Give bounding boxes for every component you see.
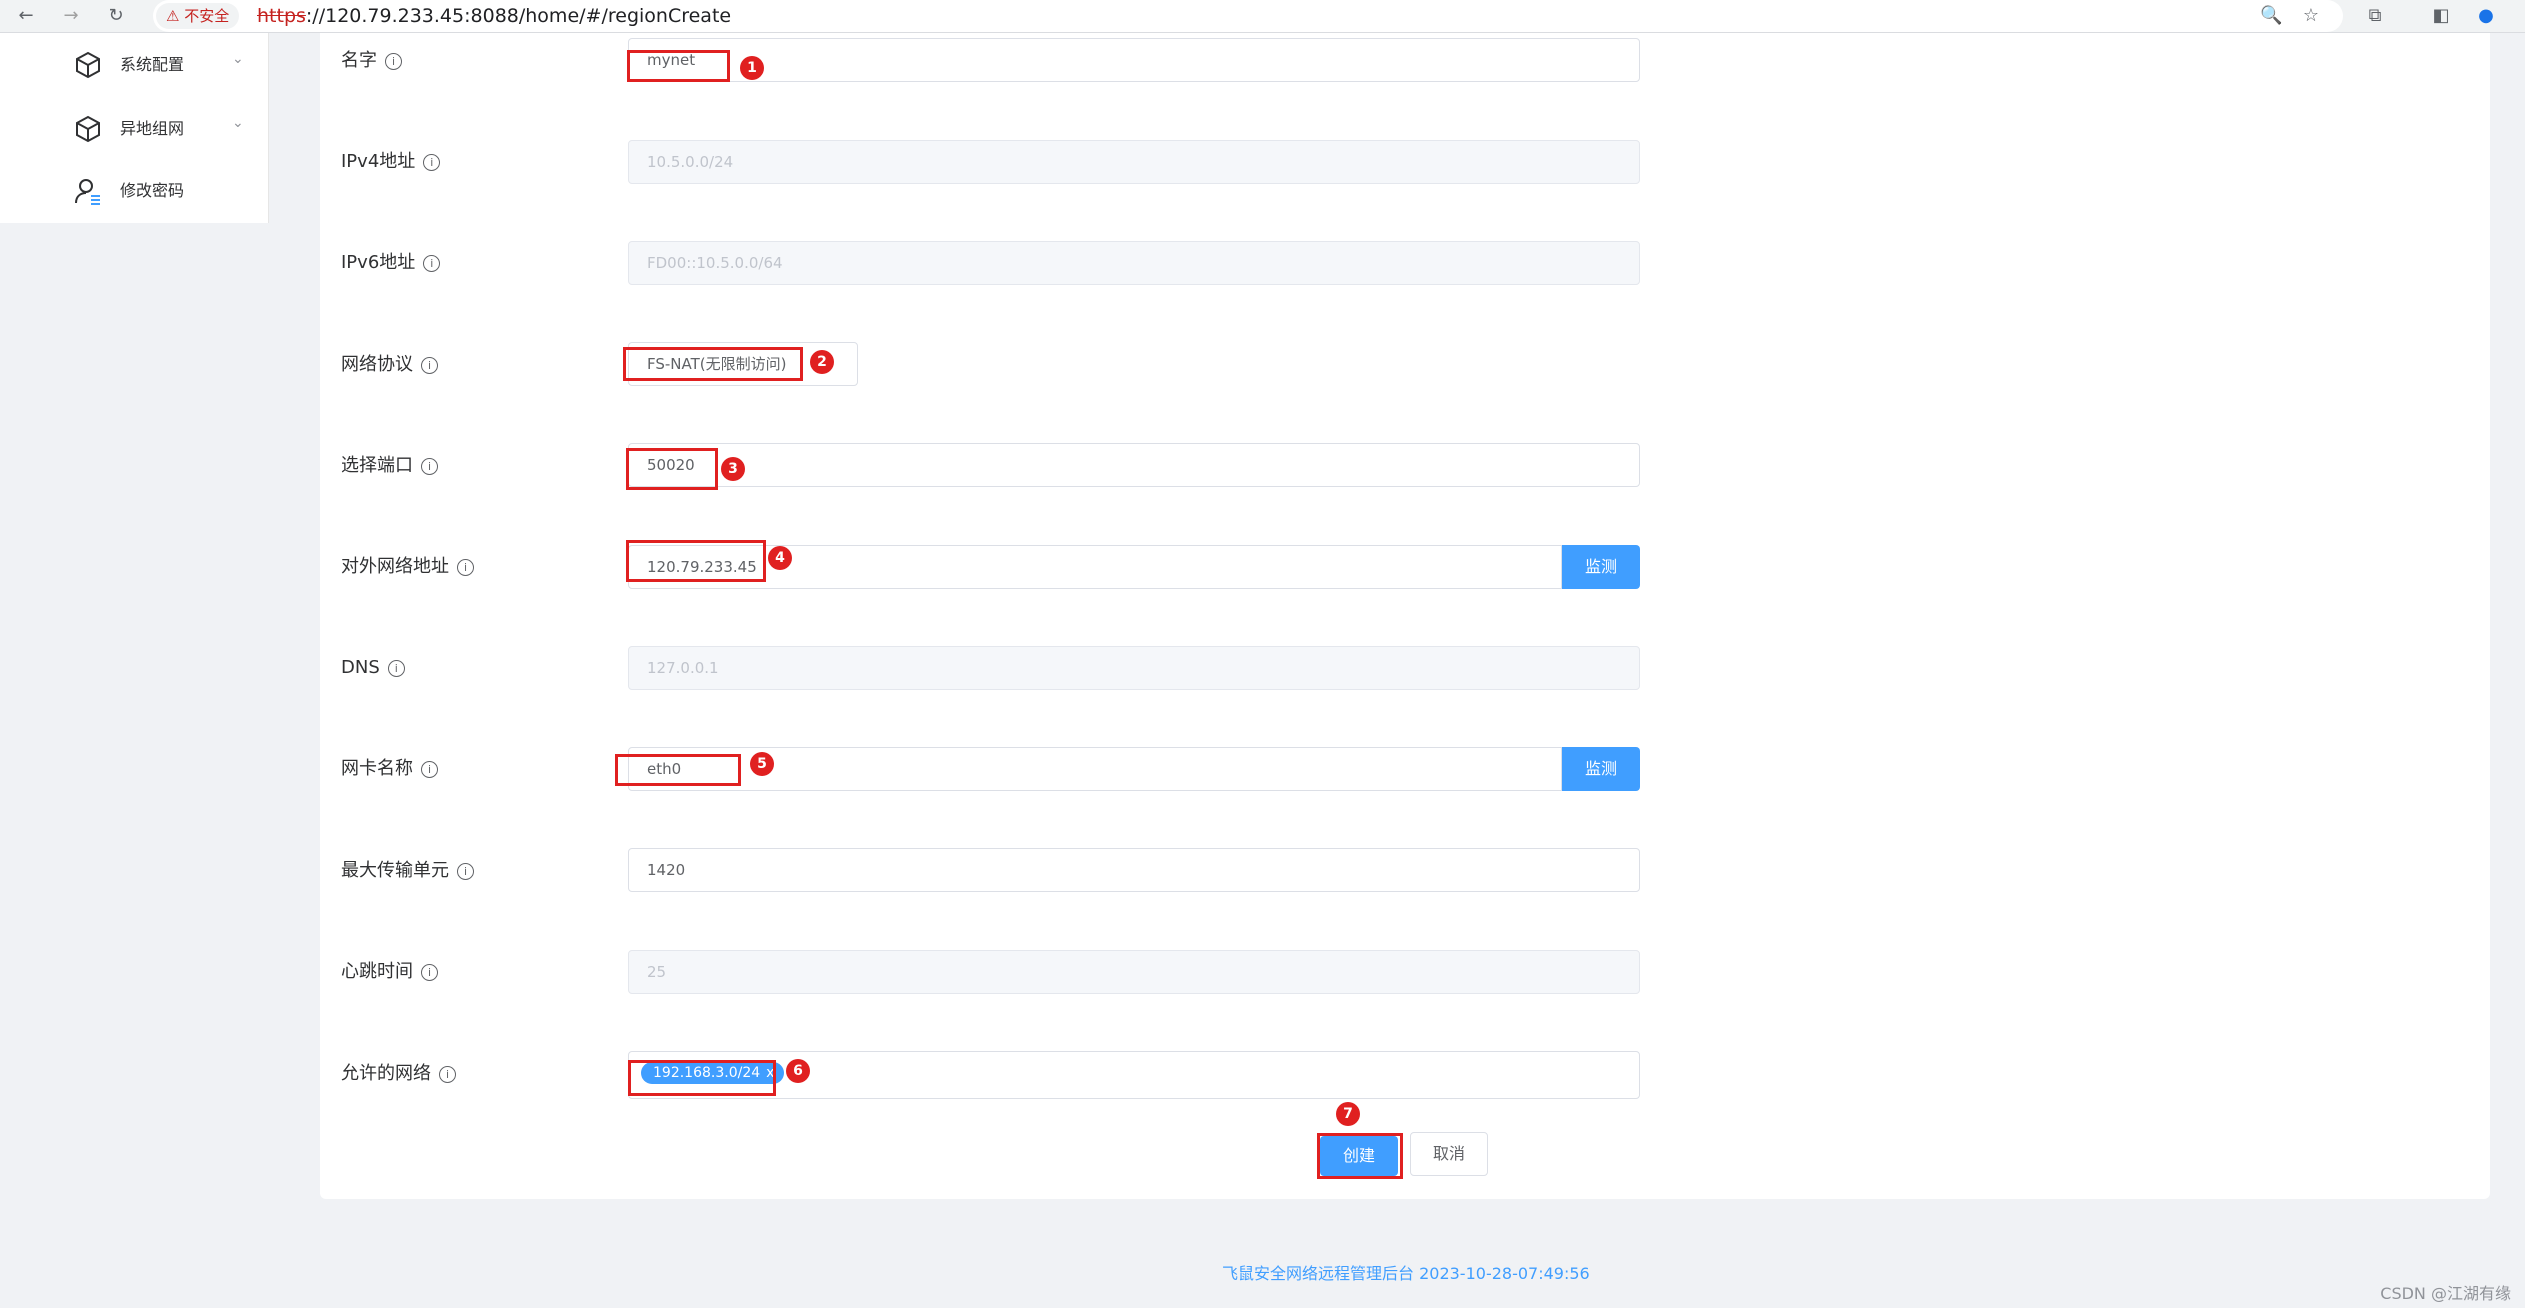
info-icon: i [421, 457, 438, 475]
name-input[interactable]: mynet [628, 38, 1640, 82]
user-key-icon [75, 179, 100, 205]
annotation-badge: 2 [810, 350, 834, 374]
info-icon: i [387, 659, 405, 677]
annotation-box [628, 1060, 776, 1096]
sidebar-item-system-config[interactable]: 系统配置 ⌄ [0, 35, 268, 95]
annotation-box [627, 50, 730, 82]
heartbeat-input: 25 [628, 950, 1640, 994]
url-path: ://120.79.233.45:8088/home/#/regionCreat… [305, 5, 732, 27]
address-bar[interactable]: ⚠ 不安全 https://120.79.233.45:8088/home/#/… [153, 0, 2343, 32]
info-icon: i [385, 52, 402, 70]
info-icon: i [421, 963, 438, 981]
ipv6-label: IPv6地址 i [341, 248, 441, 278]
name-label: 名字 i [341, 46, 402, 76]
detect-nic-button[interactable]: 监测 [1562, 747, 1640, 791]
info-icon: i [439, 1065, 456, 1083]
external-address-input[interactable]: 120.79.233.45 [628, 545, 1562, 589]
heartbeat-label: 心跳时间 i [341, 957, 438, 987]
cube-icon [76, 115, 100, 143]
chevron-down-icon: ⌄ [232, 115, 244, 131]
info-icon: i [457, 862, 474, 880]
dns-input: 127.0.0.1 [628, 646, 1640, 690]
info-icon: i [421, 356, 438, 374]
reload-icon[interactable]: ↻ [104, 4, 128, 28]
extensions-icon[interactable]: ⧉ [2364, 5, 2386, 27]
info-icon: i [423, 254, 441, 272]
info-icon: i [423, 153, 441, 171]
dns-label: DNS i [341, 653, 405, 683]
insecure-label: 不安全 [184, 7, 230, 25]
annotation-badge: 6 [786, 1059, 810, 1083]
annotation-box [623, 347, 803, 381]
sidebar-item-change-password[interactable]: 修改密码 [0, 161, 268, 221]
form-card [320, 33, 2490, 1199]
nic-label: 网卡名称 i [341, 754, 438, 784]
annotation-badge: 4 [768, 546, 792, 570]
annotation-badge: 5 [750, 752, 774, 776]
sidebar-item-label: 异地组网 [120, 119, 185, 138]
mtu-input[interactable]: 1420 [628, 848, 1640, 892]
security-indicator[interactable]: ⚠ 不安全 [156, 3, 240, 29]
side-panel-icon[interactable]: ◧ [2430, 5, 2452, 27]
profile-avatar-icon[interactable]: ● [2475, 5, 2497, 27]
annotation-box [626, 540, 766, 582]
cube-icon [76, 51, 100, 79]
ipv6-input: FD00::10.5.0.0/64 [628, 241, 1640, 285]
allowed-networks-label: 允许的网络 i [341, 1059, 456, 1089]
annotation-box [626, 448, 718, 490]
warning-icon: ⚠ [166, 7, 180, 25]
port-input[interactable]: 50020 [628, 443, 1640, 487]
annotation-badge: 3 [721, 457, 745, 481]
mtu-label: 最大传输单元 i [341, 856, 474, 886]
zoom-icon[interactable]: 🔍 [2260, 5, 2282, 27]
sidebar-item-remote-network[interactable]: 异地组网 ⌄ [0, 99, 268, 159]
watermark: CSDN @江湖有缘 [2380, 1284, 2511, 1303]
footer-text: 飞鼠安全网络远程管理后台 2023-10-28-07:49:56 [1222, 1264, 1590, 1283]
browser-toolbar: ← → ↻ ⚠ 不安全 https://120.79.233.45:8088/h… [0, 0, 2525, 33]
allowed-networks-input[interactable]: 192.168.3.0/24 x [628, 1051, 1640, 1099]
protocol-label: 网络协议 i [341, 350, 438, 380]
info-icon: i [421, 760, 438, 778]
url-protocol: https [257, 5, 306, 27]
cancel-button[interactable]: 取消 [1410, 1132, 1488, 1176]
port-label: 选择端口 i [341, 451, 438, 481]
sidebar-item-label: 系统配置 [120, 55, 185, 74]
url-text[interactable]: https://120.79.233.45:8088/home/#/region… [257, 0, 731, 32]
annotation-box [1317, 1133, 1403, 1179]
ipv4-label: IPv4地址 i [341, 147, 441, 177]
sidebar-item-label: 修改密码 [120, 181, 185, 200]
back-icon[interactable]: ← [14, 4, 38, 28]
forward-icon[interactable]: → [59, 4, 83, 28]
chevron-down-icon: ⌄ [232, 51, 244, 67]
bookmark-star-icon[interactable]: ☆ [2300, 5, 2322, 27]
annotation-badge: 7 [1336, 1102, 1360, 1126]
annotation-badge: 1 [740, 56, 764, 80]
external-address-label: 对外网络地址 i [341, 552, 474, 582]
annotation-box [615, 754, 741, 786]
sidebar: 系统配置 ⌄ 异地组网 ⌄ 修改密码 [0, 33, 269, 223]
info-icon: i [457, 558, 474, 576]
ipv4-input: 10.5.0.0/24 [628, 140, 1640, 184]
detect-external-button[interactable]: 监测 [1562, 545, 1640, 589]
